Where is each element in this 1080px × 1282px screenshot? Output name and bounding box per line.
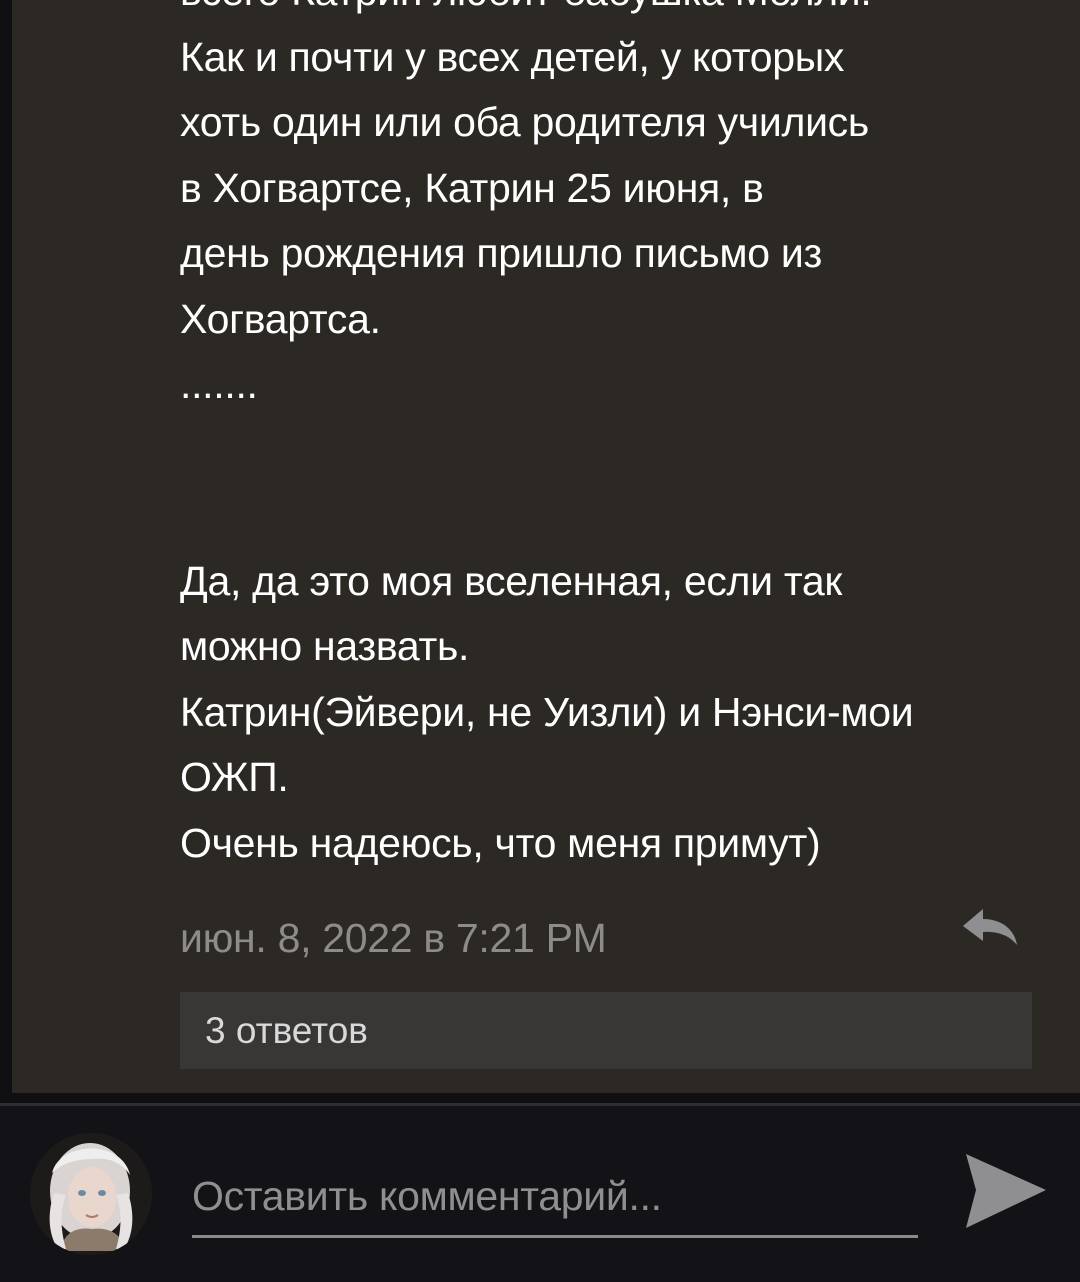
comment-screen: всего Катрин любит бабушка Молли. Как и … — [0, 0, 1080, 1282]
comment-composer — [0, 1106, 1080, 1282]
comment-line: в Хогвартсе, Катрин 25 июня, в — [180, 164, 764, 211]
comment-line: можно назвать. — [180, 623, 470, 669]
user-avatar[interactable] — [30, 1133, 152, 1255]
replies-button[interactable]: 3 ответов — [180, 992, 1032, 1069]
comment-input[interactable] — [192, 1158, 918, 1238]
reply-arrow-icon[interactable] — [955, 905, 1021, 949]
comment-line: Да, да это моя вселенная, если так — [180, 557, 843, 604]
comment-line: всего Катрин любит бабушка Молли. — [180, 0, 1060, 25]
send-arrow-icon — [966, 1154, 1046, 1228]
comment-line: хоть один или оба родителя учились — [180, 99, 869, 145]
comment-line: Очень надеюсь, что меня примут) — [180, 819, 821, 866]
comment-line: Хогвартса. — [180, 295, 381, 342]
comment-timestamp: июн. 8, 2022 в 7:21 PM — [180, 915, 607, 961]
comment-line: ОЖП. — [180, 754, 289, 800]
comment-ellipsis: ....... — [180, 361, 258, 407]
comment-line: Катрин(Эйвери, не Уизли) и Нэнси-мои — [180, 688, 914, 735]
comment-line: Как и почти у всех детей, у которых — [180, 33, 845, 80]
comment-body: всего Катрин любит бабушка Молли. Как и … — [180, 0, 1060, 876]
comment-line: день рождения пришло письмо из — [180, 230, 822, 276]
send-button[interactable] — [960, 1150, 1050, 1234]
replies-count-label: 3 ответов — [205, 1010, 368, 1051]
